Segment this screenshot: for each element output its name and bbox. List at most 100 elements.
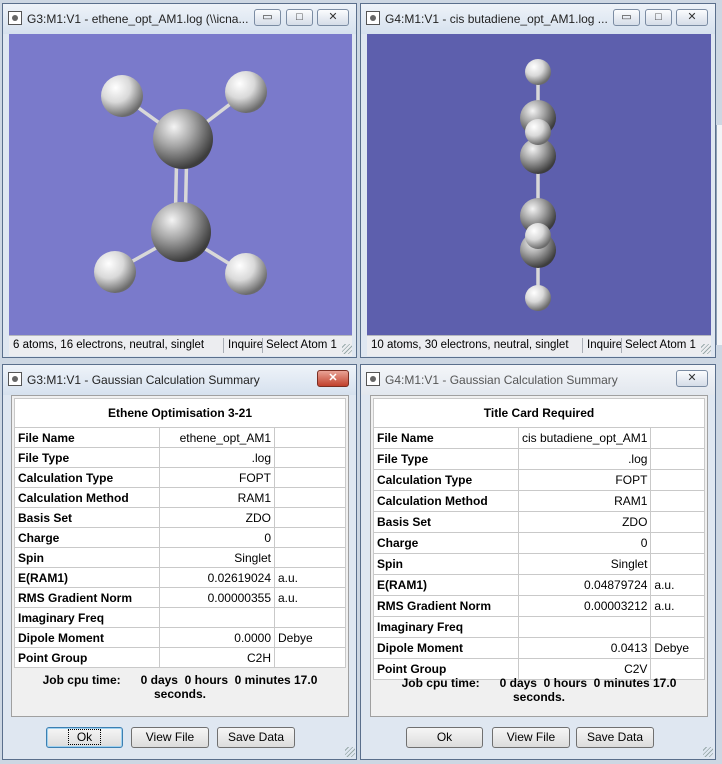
summary-row: Basis Set ZDO — [373, 511, 705, 533]
ok-button[interactable]: Ok — [406, 727, 483, 748]
g3-inquire-mode[interactable]: Inquire — [228, 339, 263, 351]
summary-value — [517, 616, 652, 638]
summary-row: E(RAM1) 0.02619024 a.u. — [14, 567, 346, 588]
summary-key: E(RAM1) — [14, 567, 160, 588]
summary-key: Calculation Method — [14, 487, 160, 508]
summary-key: Calculation Method — [373, 490, 519, 512]
summary-row: Dipole Moment 0.0000 Debye — [14, 627, 346, 648]
maximize-button[interactable]: □ — [645, 9, 672, 26]
g3-window-title: G3:M1:V1 - ethene_opt_AM1.log (\\icna... — [27, 12, 249, 26]
carbon-atom[interactable] — [151, 202, 211, 262]
summary-value: 0 — [517, 532, 652, 554]
g3-molecule-viewport[interactable] — [9, 34, 352, 335]
hydrogen-atom[interactable] — [525, 119, 551, 145]
summary-row: Charge 0 — [373, 532, 705, 554]
summary-key: File Type — [373, 448, 519, 470]
resize-grip[interactable] — [345, 747, 355, 757]
minimize-button[interactable]: ▭ — [254, 9, 281, 26]
g4-summary-dialog[interactable]: G4:M1:V1 - Gaussian Calculation Summary … — [360, 364, 716, 760]
summary-value: ZDO — [159, 507, 275, 528]
summary-row: Charge 0 — [14, 527, 346, 548]
cpu-time-line: Job cpu time: 0 days 0 hours 0 minutes 1… — [42, 673, 318, 687]
summary-key: File Name — [373, 427, 519, 449]
summary-value: .log — [517, 448, 652, 470]
close-button[interactable]: ✕ — [676, 370, 708, 387]
resize-grip[interactable] — [701, 344, 711, 354]
hydrogen-atom[interactable] — [225, 71, 267, 113]
g3-molecule-window[interactable]: G3:M1:V1 - ethene_opt_AM1.log (\\icna...… — [2, 3, 357, 358]
summary-value: C2H — [159, 647, 275, 668]
hydrogen-atom[interactable] — [225, 253, 267, 295]
summary-value: RAM1 — [159, 487, 275, 508]
g4-molecule-window[interactable]: G4:M1:V1 - cis butadiene_opt_AM1.log ...… — [360, 3, 716, 358]
summary-key: File Name — [14, 427, 160, 448]
g4-status-bar: 10 atoms, 30 electrons, neutral, singlet… — [367, 335, 711, 356]
summary-unit — [650, 469, 705, 491]
summary-row: Calculation Type FOPT — [373, 469, 705, 491]
summary-key: Dipole Moment — [373, 637, 519, 659]
g4-summary-table: Title Card Required File Name cis butadien… — [373, 398, 705, 680]
g3-title-bar[interactable]: G3:M1:V1 - ethene_opt_AM1.log (\\icna...… — [3, 4, 356, 34]
close-button[interactable]: ✕ — [676, 9, 708, 26]
summary-key: RMS Gradient Norm — [373, 595, 519, 617]
summary-key: Basis Set — [373, 511, 519, 533]
summary-value: 0.00000355 — [159, 587, 275, 608]
summary-unit — [274, 427, 346, 448]
summary-unit — [650, 490, 705, 512]
g3-select-atom-prompt: Select Atom 1 — [266, 339, 337, 351]
summary-row: Spin Singlet — [14, 547, 346, 568]
resize-grip[interactable] — [342, 344, 352, 354]
summary-row: Basis Set ZDO — [14, 507, 346, 528]
summary-row: Imaginary Freq — [14, 607, 346, 628]
g3-summary-title-bar[interactable]: G3:M1:V1 - Gaussian Calculation Summary … — [3, 365, 356, 395]
status-separator — [582, 338, 583, 353]
summary-unit — [650, 616, 705, 638]
ok-button[interactable]: Ok — [46, 727, 123, 748]
gaussview-app-icon — [366, 11, 380, 25]
hydrogen-atom[interactable] — [525, 285, 551, 311]
g3-status-text: 6 atoms, 16 electrons, neutral, singlet — [13, 339, 205, 351]
gaussview-app-icon — [8, 372, 22, 386]
g4-status-text: 10 atoms, 30 electrons, neutral, singlet — [371, 339, 569, 351]
g4-summary-title-bar[interactable]: G4:M1:V1 - Gaussian Calculation Summary … — [361, 365, 715, 395]
g3-summary-dialog[interactable]: G3:M1:V1 - Gaussian Calculation Summary … — [2, 364, 357, 760]
g4-inquire-mode[interactable]: Inquire — [587, 339, 622, 351]
cis-butadiene-molecule-render[interactable] — [367, 34, 711, 335]
summary-row: File Type .log — [373, 448, 705, 470]
maximize-button[interactable]: □ — [286, 9, 313, 26]
g3-summary-table: Ethene Optimisation 3-21 File Name ethene_… — [14, 398, 346, 668]
g3-summary-title: G3:M1:V1 - Gaussian Calculation Summary — [27, 373, 260, 387]
close-button[interactable]: ✕ — [317, 370, 349, 387]
summary-unit — [274, 487, 346, 508]
close-button[interactable]: ✕ — [317, 9, 349, 26]
g4-title-bar[interactable]: G4:M1:V1 - cis butadiene_opt_AM1.log ...… — [361, 4, 715, 34]
summary-unit — [650, 511, 705, 533]
ok-button-label: Ok — [67, 729, 102, 745]
summary-unit: Debye — [274, 627, 346, 648]
hydrogen-atom[interactable] — [101, 75, 143, 117]
summary-row: Spin Singlet — [373, 553, 705, 575]
summary-key: RMS Gradient Norm — [14, 587, 160, 608]
gaussview-app-icon — [8, 11, 22, 25]
save-data-button[interactable]: Save Data — [576, 727, 654, 748]
g4-molecule-viewport[interactable] — [367, 34, 711, 335]
g3-status-bar: 6 atoms, 16 electrons, neutral, singlet … — [9, 335, 352, 356]
resize-grip[interactable] — [703, 747, 713, 757]
summary-row: RMS Gradient Norm 0.00000355 a.u. — [14, 587, 346, 608]
summary-row: E(RAM1) 0.04879724 a.u. — [373, 574, 705, 596]
save-data-button[interactable]: Save Data — [217, 727, 295, 748]
summary-unit: a.u. — [274, 587, 346, 608]
view-file-button[interactable]: View File — [131, 727, 209, 748]
carbon-atom[interactable] — [153, 109, 213, 169]
g4-window-title: G4:M1:V1 - cis butadiene_opt_AM1.log ... — [385, 12, 608, 26]
summary-heading: Title Card Required — [373, 398, 705, 428]
view-file-button[interactable]: View File — [492, 727, 570, 748]
hydrogen-atom[interactable] — [525, 59, 551, 85]
minimize-button[interactable]: ▭ — [613, 9, 640, 26]
summary-value: 0.04879724 — [517, 574, 652, 596]
g4-summary-panel: Title Card Required File Name cis butadien… — [370, 395, 708, 717]
ethene-molecule-render[interactable] — [9, 34, 352, 335]
cpu-time-seconds: seconds. — [153, 687, 207, 701]
hydrogen-atom[interactable] — [525, 223, 551, 249]
hydrogen-atom[interactable] — [94, 251, 136, 293]
